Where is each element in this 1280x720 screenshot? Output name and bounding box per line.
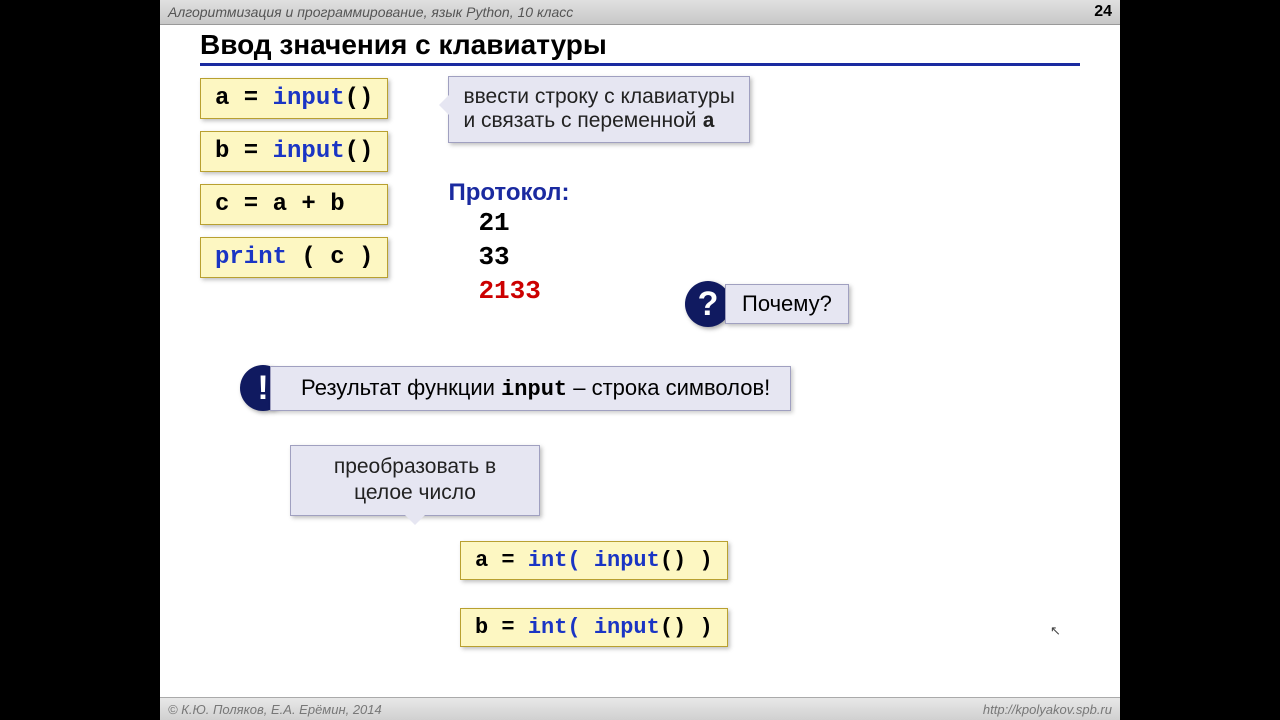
slide-footer: © К.Ю. Поляков, Е.А. Ерёмин, 2014 http:/… bbox=[160, 697, 1120, 720]
right-column: ввести строку с клавиатуры и связать с п… bbox=[448, 72, 749, 308]
why-callout: Почему? bbox=[725, 284, 849, 324]
convert-line2: целое число bbox=[354, 481, 476, 504]
slide-content: Ввод значения с клавиатуры a = input() b… bbox=[160, 25, 1120, 308]
var-a: a bbox=[702, 111, 715, 134]
callout-line2: и связать с переменной bbox=[463, 109, 702, 132]
convert-line1: преобразовать в bbox=[334, 455, 496, 478]
why-group: ? Почему? bbox=[685, 281, 849, 327]
copyright: © К.Ю. Поляков, Е.А. Ерёмин, 2014 bbox=[168, 702, 382, 717]
callout-line1: ввести строку с клавиатуры bbox=[463, 85, 734, 108]
result-callout: Результат функции input – строка символо… bbox=[270, 366, 791, 411]
lower-code-column: a = int( input() ) b = int( input() ) bbox=[460, 535, 728, 653]
cursor-icon: ↖ bbox=[1050, 623, 1061, 639]
footer-url: http://kpolyakov.spb.ru bbox=[983, 702, 1112, 717]
protocol-label: Протокол: bbox=[448, 179, 749, 207]
proto-v1: 21 bbox=[478, 207, 749, 241]
code-print: print ( c ) bbox=[200, 237, 388, 278]
code-b-int-input: b = int( input() ) bbox=[460, 608, 728, 647]
code-column: a = input() b = input() c = a + b print … bbox=[200, 72, 388, 284]
code-a-input: a = input() bbox=[200, 78, 388, 119]
code-b-input: b = input() bbox=[200, 131, 388, 172]
course-title: Алгоритмизация и программирование, язык … bbox=[168, 4, 573, 20]
slide: Алгоритмизация и программирование, язык … bbox=[160, 0, 1120, 720]
convert-callout: преобразовать в целое число bbox=[290, 445, 540, 516]
slide-number: 24 bbox=[1094, 3, 1112, 21]
proto-v2: 33 bbox=[478, 241, 749, 275]
slide-header: Алгоритмизация и программирование, язык … bbox=[160, 0, 1120, 25]
code-c-sum: c = a + b bbox=[200, 184, 388, 225]
code-a-int-input: a = int( input() ) bbox=[460, 541, 728, 580]
top-row: a = input() b = input() c = a + b print … bbox=[200, 72, 1080, 308]
page-title: Ввод значения с клавиатуры bbox=[200, 29, 1080, 66]
result-group: ! Результат функции input – строка симво… bbox=[240, 365, 791, 411]
callout-input-desc: ввести строку с клавиатуры и связать с п… bbox=[448, 76, 749, 143]
